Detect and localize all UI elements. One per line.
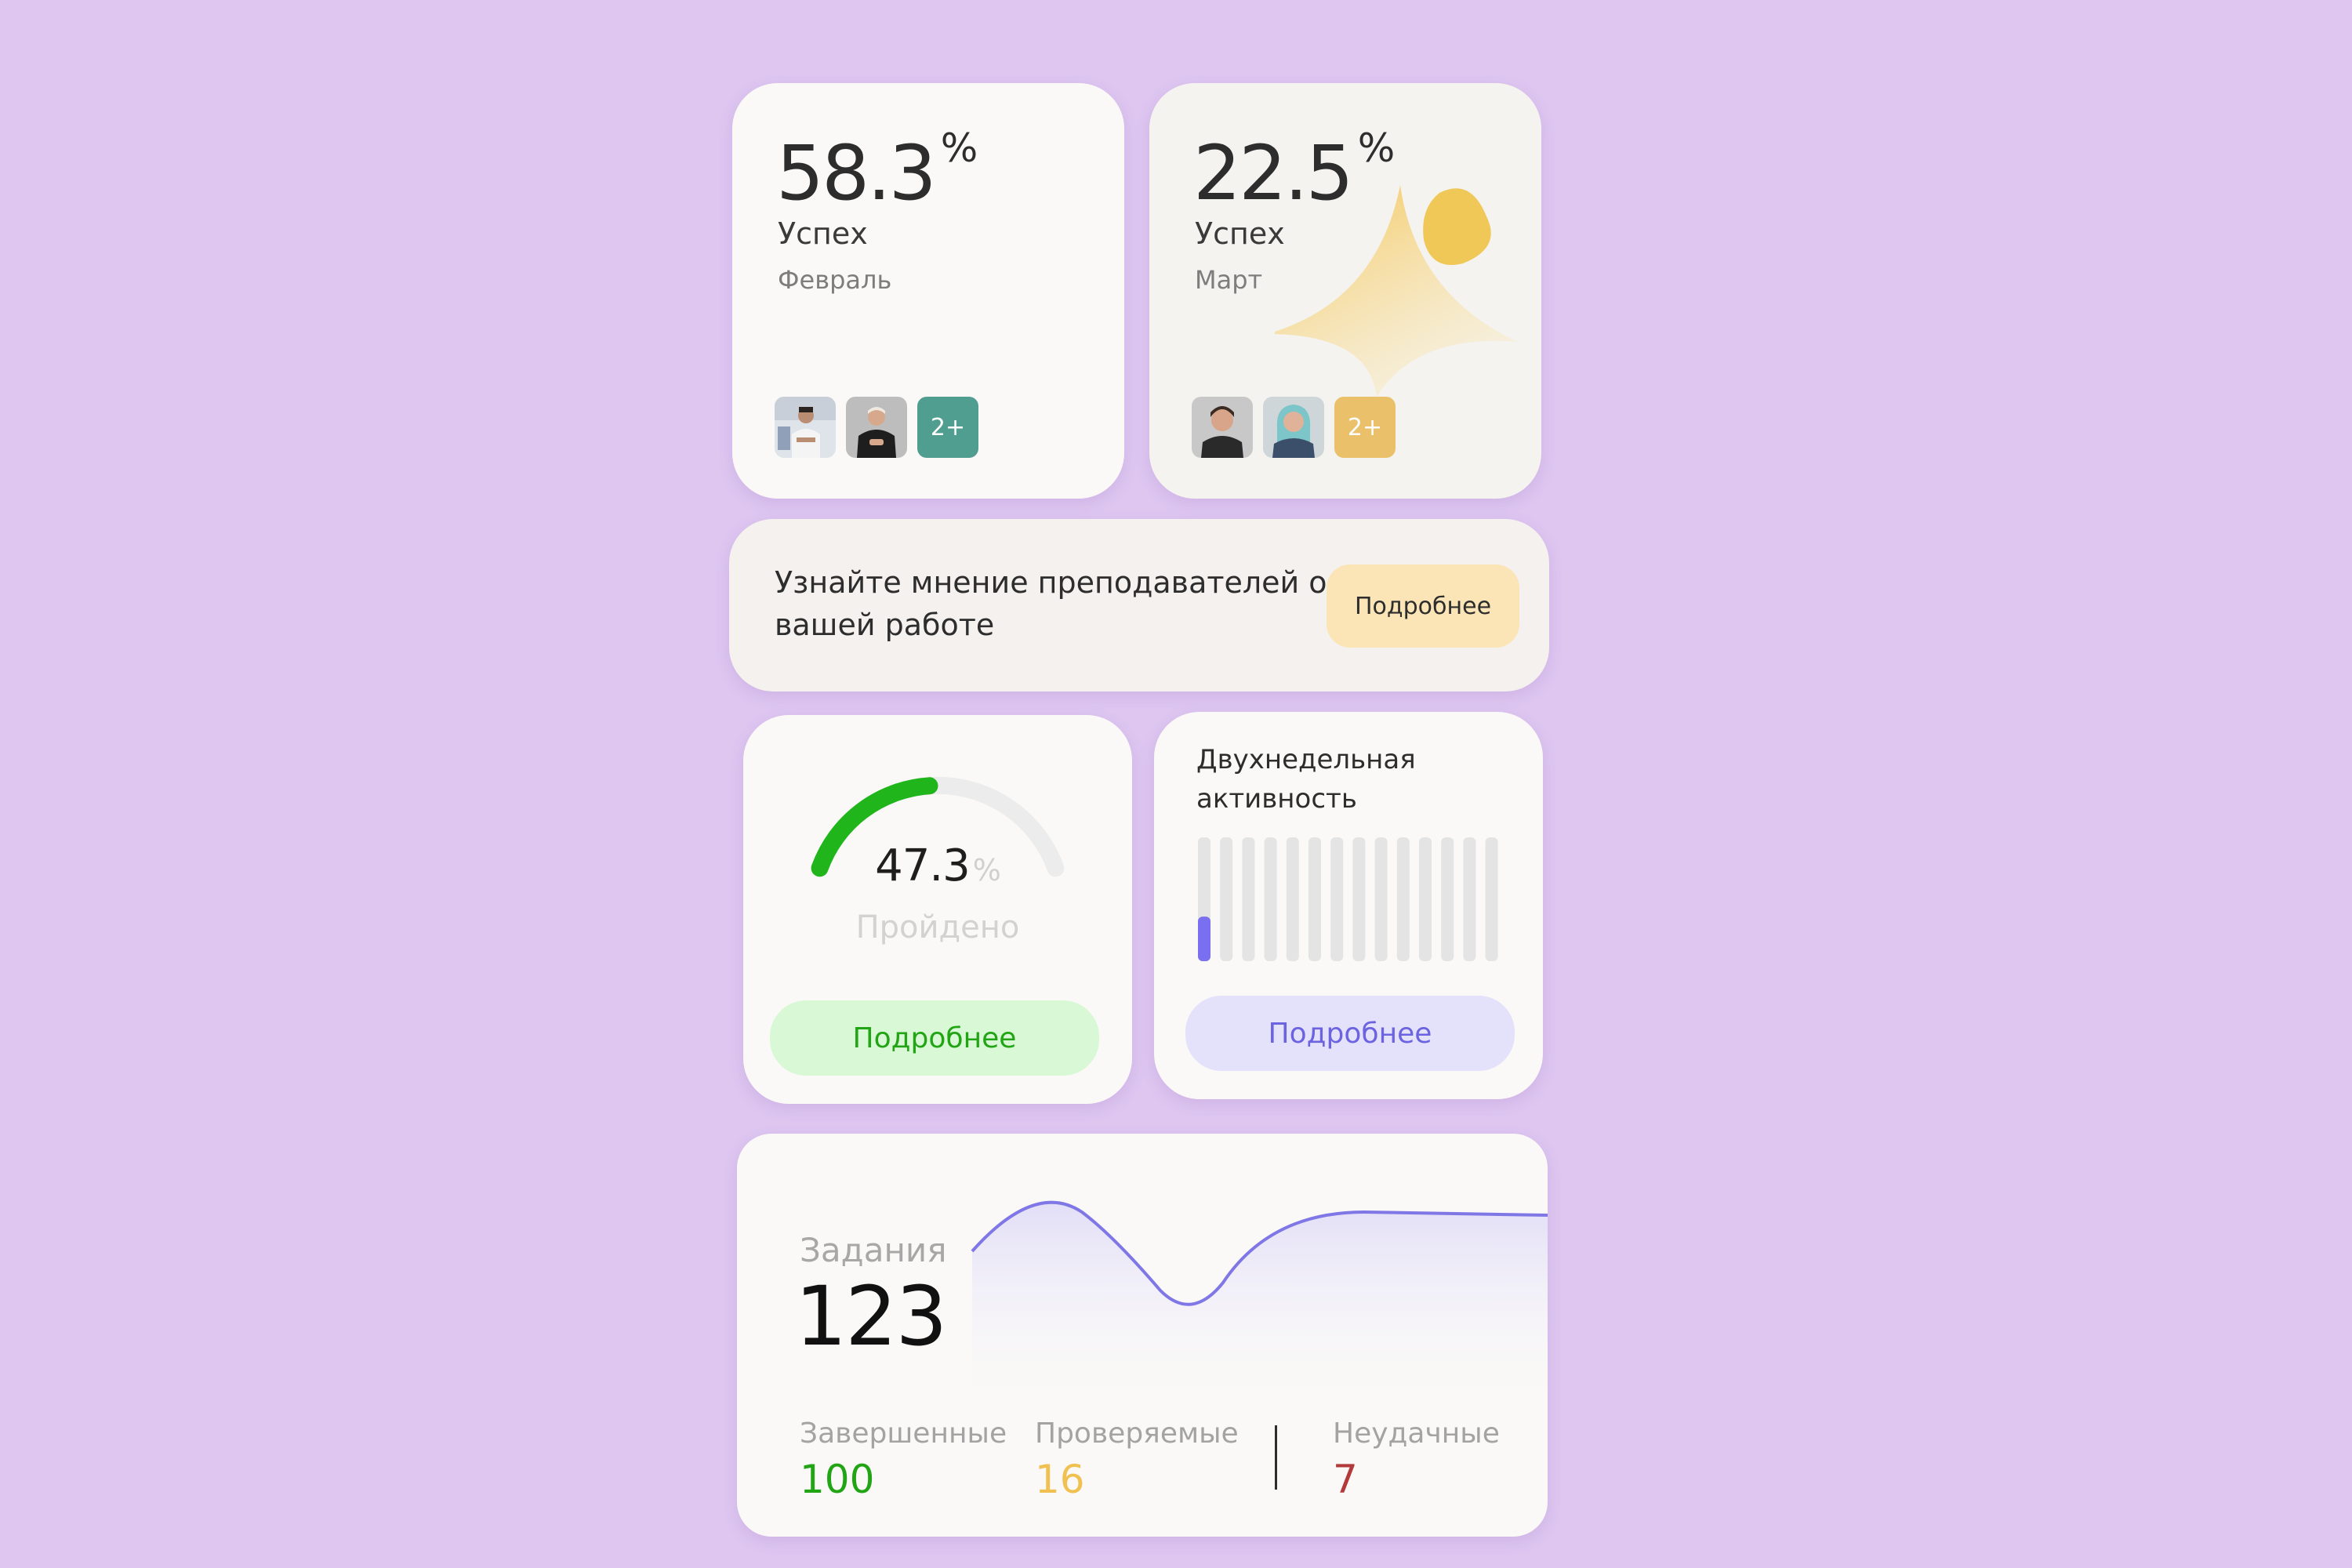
tasks-total: 123 bbox=[795, 1269, 948, 1364]
feedback-banner: Узнайте мнение преподавателей о вашей ра… bbox=[729, 519, 1549, 691]
activity-bar-track bbox=[1220, 837, 1233, 961]
progress-details-button[interactable]: Подробнее bbox=[770, 1000, 1099, 1076]
stat-label: Успех bbox=[1195, 216, 1285, 251]
activity-bar-track bbox=[1396, 837, 1410, 961]
activity-bar-track bbox=[1374, 837, 1388, 961]
wave-area bbox=[972, 1202, 1548, 1400]
activity-bar-track bbox=[1330, 837, 1344, 961]
more-members-badge[interactable]: 2+ bbox=[917, 397, 978, 458]
banner-details-button[interactable]: Подробнее bbox=[1327, 564, 1519, 648]
activity-bar-track bbox=[1485, 837, 1498, 961]
more-members-badge[interactable]: 2+ bbox=[1334, 397, 1396, 458]
success-percent: 58.3% bbox=[776, 125, 978, 217]
activity-bar-track bbox=[1441, 837, 1454, 961]
activity-bar-track bbox=[1463, 837, 1476, 961]
banner-text: Узнайте мнение преподавателей о вашей ра… bbox=[775, 565, 1327, 642]
activity-bar-fill bbox=[1198, 916, 1210, 961]
stat-label: Успех bbox=[778, 216, 868, 251]
activity-bar-chart bbox=[1198, 837, 1498, 961]
avatar-group: 2+ bbox=[1192, 397, 1396, 458]
tasks-card: Задания 123 Завершенные 100 Проверяемые … bbox=[737, 1134, 1548, 1537]
avatar-group: 2+ bbox=[775, 397, 978, 458]
failed-label: Неудачные bbox=[1333, 1417, 1500, 1450]
tasks-label: Задания bbox=[800, 1231, 947, 1269]
progress-card: 47.3% Пройдено Подробнее bbox=[743, 715, 1132, 1104]
activity-details-button[interactable]: Подробнее bbox=[1185, 996, 1515, 1071]
stat-month: Февраль bbox=[778, 265, 892, 295]
progress-value: 47.3% bbox=[875, 840, 1001, 891]
activity-bar-track bbox=[1352, 837, 1366, 961]
review-label: Проверяемые bbox=[1035, 1417, 1239, 1450]
avatar[interactable] bbox=[1192, 397, 1253, 458]
activity-bar-track bbox=[1264, 837, 1277, 961]
stat-card-february: 58.3% Успех Февраль 2+ bbox=[732, 83, 1124, 499]
failed-count: 7 bbox=[1333, 1457, 1358, 1502]
avatar[interactable] bbox=[1263, 397, 1324, 458]
avatar[interactable] bbox=[846, 397, 907, 458]
completed-count: 100 bbox=[800, 1457, 875, 1502]
completed-label: Завершенные bbox=[800, 1417, 1007, 1450]
activity-card: Двухнедельная активность Подробнее bbox=[1154, 712, 1543, 1099]
review-count: 16 bbox=[1035, 1457, 1085, 1502]
activity-bar-track bbox=[1242, 837, 1255, 961]
success-percent: 22.5% bbox=[1193, 125, 1396, 217]
activity-bar-track bbox=[1419, 837, 1432, 961]
activity-bar-track bbox=[1286, 837, 1299, 961]
stat-card-march: 22.5% Успех Март 2+ bbox=[1149, 83, 1541, 499]
activity-bar-track bbox=[1308, 837, 1321, 961]
divider bbox=[1275, 1425, 1277, 1490]
progress-label: Пройдено bbox=[855, 909, 1020, 946]
stat-month: Март bbox=[1195, 265, 1263, 295]
avatar[interactable] bbox=[775, 397, 836, 458]
